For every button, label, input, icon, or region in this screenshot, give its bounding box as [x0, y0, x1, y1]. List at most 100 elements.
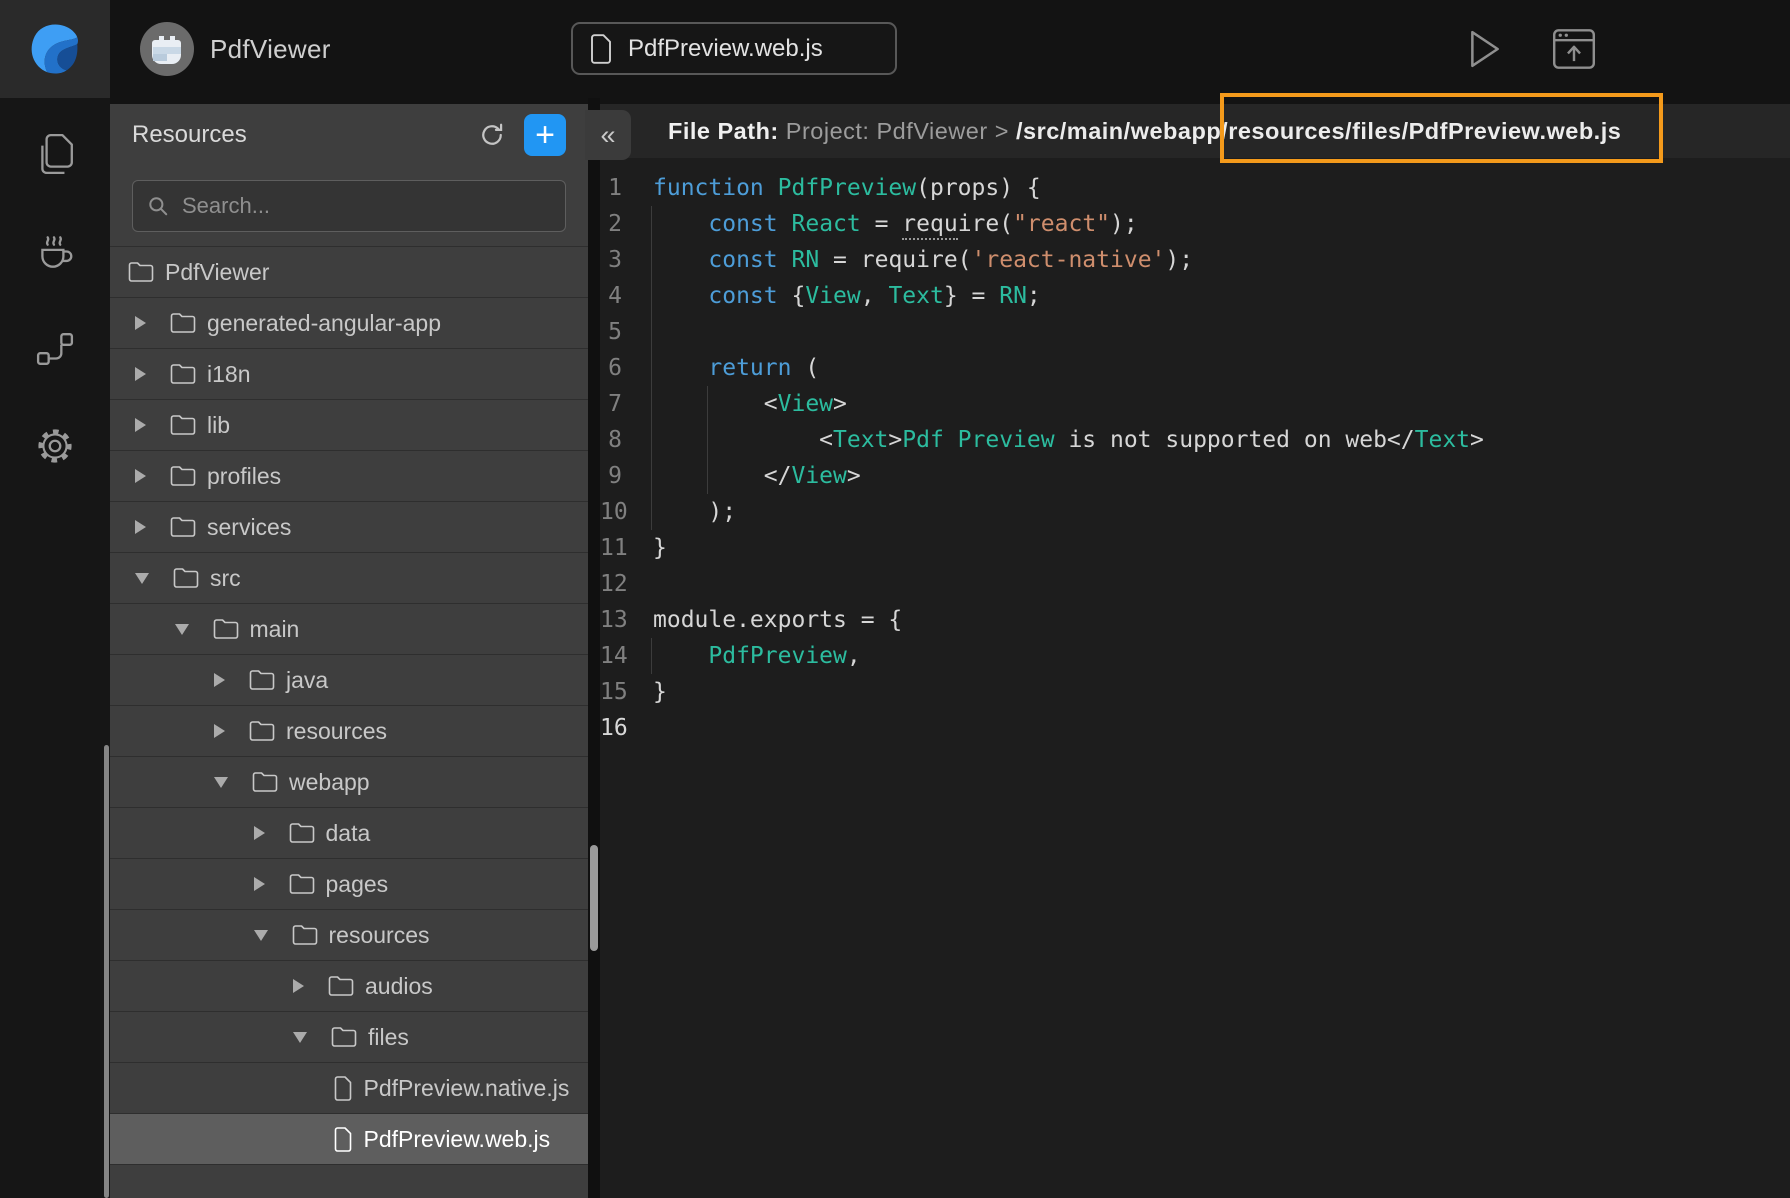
tree-item-resources[interactable]: resources [110, 910, 588, 961]
folder-icon [328, 975, 354, 997]
caret-right-icon[interactable] [293, 979, 304, 993]
search-input[interactable] [180, 192, 551, 220]
caret-right-icon[interactable] [254, 826, 265, 840]
publish-button[interactable] [1552, 0, 1596, 98]
code-token: > [888, 427, 902, 453]
code-line[interactable]: } [653, 530, 1484, 566]
tree-item-resources[interactable]: resources [110, 706, 588, 757]
flow-icon [36, 332, 74, 366]
code-token: ire( [958, 211, 1013, 237]
code-token: = require( [819, 247, 971, 273]
caret-down-icon[interactable] [293, 1032, 307, 1043]
line-number: 16 [600, 710, 622, 746]
code-token: ); [1110, 211, 1138, 237]
code-token: Text [1415, 427, 1470, 453]
caret-right-icon[interactable] [214, 724, 225, 738]
tree-item-PdfPreview.web.js[interactable]: PdfPreview.web.js [110, 1114, 588, 1165]
tree-item-pages[interactable]: pages [110, 859, 588, 910]
refresh-button[interactable] [478, 121, 506, 149]
code-line[interactable]: module.exports = { [653, 602, 1484, 638]
tree-item-main[interactable]: main [110, 604, 588, 655]
code-token: PdfPreview [708, 643, 846, 669]
code-editor[interactable]: 12345678910111213141516 function PdfPrev… [600, 158, 1790, 746]
caret-right-icon[interactable] [135, 418, 146, 432]
caret-right-icon[interactable] [135, 469, 146, 483]
tree-item-audios[interactable]: audios [110, 961, 588, 1012]
path-segment: Project: PdfViewer > [786, 118, 1016, 144]
code-line[interactable]: } [653, 674, 1484, 710]
caret-right-icon[interactable] [214, 673, 225, 687]
tree-item-label: main [250, 616, 300, 643]
folder-icon [252, 771, 278, 793]
run-button[interactable] [1468, 0, 1502, 98]
app-logo[interactable] [0, 0, 110, 98]
tree-item-generated-angular-app[interactable]: generated-angular-app [110, 298, 588, 349]
code-line[interactable]: const RN = require('react-native'); [653, 242, 1484, 278]
panel-scrollbar-thumb[interactable] [590, 845, 598, 951]
add-resource-button[interactable]: + [524, 114, 566, 156]
tree-item-java[interactable]: java [110, 655, 588, 706]
tree-item-PdfViewer[interactable]: PdfViewer [110, 247, 588, 298]
top-bar: PdfViewer PdfPreview.web.js [0, 0, 1790, 98]
code-line[interactable] [653, 566, 1484, 602]
code-line[interactable]: </View> [653, 458, 1484, 494]
tree-item-lib[interactable]: lib [110, 400, 588, 451]
tree-item-src[interactable]: src [110, 553, 588, 604]
tree-item-data[interactable]: data [110, 808, 588, 859]
code-token: is not supported on web</ [1055, 427, 1415, 453]
tree-scrollbar-thumb[interactable] [104, 745, 109, 1198]
code-line[interactable]: ); [653, 494, 1484, 530]
folder-icon [170, 363, 196, 385]
caret-right-icon[interactable] [135, 316, 146, 330]
code-token: , [861, 283, 889, 309]
caret-down-icon[interactable] [175, 624, 189, 635]
code-line[interactable] [653, 314, 1484, 350]
flows-button[interactable] [0, 313, 110, 385]
code-line[interactable]: <Text>Pdf Preview is not supported on we… [653, 422, 1484, 458]
code-token: ); [653, 499, 736, 525]
tree-item-files[interactable]: files [110, 1012, 588, 1063]
line-number: 13 [600, 602, 622, 638]
code-token: const [708, 211, 777, 237]
tree-item-profiles[interactable]: profiles [110, 451, 588, 502]
code-token: } [653, 679, 667, 705]
code-line[interactable]: <View> [653, 386, 1484, 422]
code-line[interactable]: const {View, Text} = RN; [653, 278, 1484, 314]
code-line[interactable]: function PdfPreview(props) { [653, 170, 1484, 206]
code-line[interactable]: return ( [653, 350, 1484, 386]
line-number: 8 [600, 422, 622, 458]
folder-icon [289, 822, 315, 844]
play-icon [1468, 29, 1502, 69]
code-token: { [778, 283, 806, 309]
caret-right-icon[interactable] [135, 367, 146, 381]
code-token: > [847, 463, 861, 489]
code-line[interactable]: PdfPreview, [653, 638, 1484, 674]
caret-down-icon[interactable] [135, 573, 149, 584]
open-file-tab[interactable]: PdfPreview.web.js [571, 22, 897, 75]
settings-button[interactable] [0, 410, 110, 482]
caret-right-icon[interactable] [254, 877, 265, 891]
tree-item-label: audios [365, 973, 433, 1000]
caret-down-icon[interactable] [214, 777, 228, 788]
tree-item-webapp[interactable]: webapp [110, 757, 588, 808]
code-line[interactable]: const React = require("react"); [653, 206, 1484, 242]
caret-down-icon[interactable] [254, 930, 268, 941]
code-token: "react" [1013, 211, 1110, 237]
tree-item-PdfPreview.native.js[interactable]: PdfPreview.native.js [110, 1063, 588, 1114]
tree-item-label: resources [286, 718, 387, 745]
code-token: View [791, 463, 846, 489]
collapse-panel-button[interactable]: « [585, 110, 631, 160]
tree-item-i18n[interactable]: i18n [110, 349, 588, 400]
tree-item-label: profiles [207, 463, 281, 490]
folder-icon [170, 465, 196, 487]
tree-item-label: services [207, 514, 291, 541]
code-line[interactable] [653, 710, 1484, 746]
caret-right-icon[interactable] [135, 520, 146, 534]
code-token: , [847, 643, 861, 669]
tree-item-services[interactable]: services [110, 502, 588, 553]
code-token: const [708, 247, 777, 273]
tree-item-label: files [368, 1024, 409, 1051]
pages-button[interactable] [0, 118, 110, 190]
build-button[interactable] [0, 216, 110, 288]
code-lines: function PdfPreview(props) { const React… [634, 170, 1484, 746]
